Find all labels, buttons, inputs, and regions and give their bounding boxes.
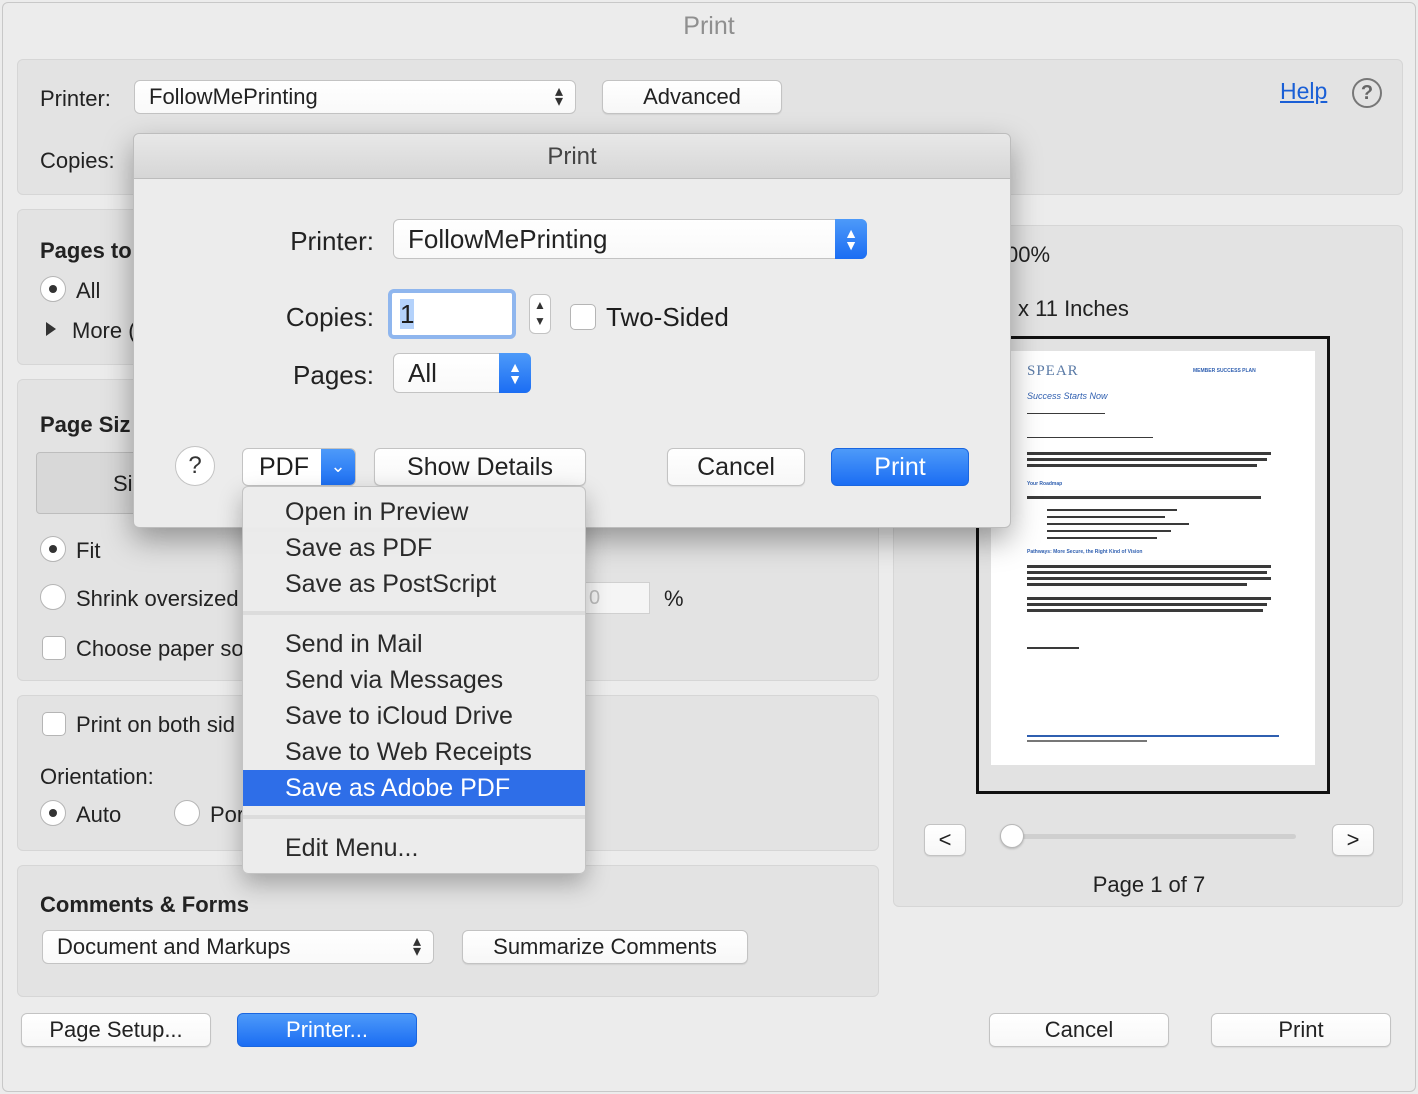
fit-label: Fit: [76, 538, 101, 563]
printer-select[interactable]: FollowMePrinting ▴ ▾: [134, 80, 576, 114]
page-counter: Page 1 of 7: [1092, 872, 1206, 897]
pages-select-value: All: [408, 358, 437, 388]
preview-header-right: MEMBER SUCCESS PLAN: [1193, 368, 1256, 374]
preview-scale: 00%: [1006, 242, 1051, 267]
copies-input[interactable]: 1: [388, 289, 516, 339]
updown-chevron-icon: ▲ ▼: [835, 219, 867, 259]
chevron-down-icon: ⌄: [321, 449, 355, 485]
preview-paper-size: x 11 Inches: [1018, 296, 1129, 321]
footer-cancel-button[interactable]: Cancel: [989, 1013, 1169, 1047]
pdf-menu-button[interactable]: PDF ⌄: [242, 448, 356, 486]
menu-item-save-as-pdf[interactable]: Save as PDF: [243, 530, 585, 566]
dialog-copies-label: Copies:: [285, 302, 374, 332]
pages-to-print-heading: Pages to: [40, 238, 132, 263]
preview-heading-3: Pathways: More Secure, the Right Kind of…: [1027, 549, 1143, 555]
printer-label: Printer:: [40, 86, 111, 111]
menu-item-save-to-web-receipts[interactable]: Save to Web Receipts: [243, 734, 585, 770]
menu-item-save-to-icloud-drive[interactable]: Save to iCloud Drive: [243, 698, 585, 734]
choose-paper-checkbox[interactable]: [42, 636, 66, 660]
footer-print-button[interactable]: Print: [1211, 1013, 1391, 1047]
two-sided-label: Two-Sided: [606, 302, 729, 332]
both-sides-checkbox[interactable]: [42, 712, 66, 736]
dialog-help-button[interactable]: ?: [175, 446, 215, 486]
all-pages-label: All: [76, 278, 101, 303]
dialog-pages-label: Pages:: [293, 360, 374, 390]
advanced-button[interactable]: Advanced: [602, 80, 782, 114]
updown-chevron-icon: ▲ ▼: [499, 353, 531, 393]
preview-page: SPEAR MEMBER SUCCESS PLAN Success Starts…: [991, 351, 1315, 765]
preview-heading-2: Your Roadmap: [1027, 481, 1063, 487]
page-slider-track[interactable]: [1000, 834, 1296, 839]
pages-select[interactable]: All ▲ ▼: [393, 353, 531, 393]
next-page-button[interactable]: >: [1332, 824, 1374, 856]
more-options-label[interactable]: More (: [72, 318, 136, 344]
comments-forms-panel: Comments & Forms Document and Markups ▴ ▾…: [17, 865, 879, 997]
previous-page-button[interactable]: <: [924, 824, 966, 856]
menu-separator: [243, 815, 585, 819]
menu-item-save-as-postscript[interactable]: Save as PostScript: [243, 566, 585, 602]
all-pages-radio[interactable]: [40, 276, 66, 302]
orientation-label: Orientation:: [40, 764, 154, 789]
printer-select-value: FollowMePrinting: [149, 84, 318, 109]
dialog-cancel-button[interactable]: Cancel: [667, 448, 805, 486]
dialog-title: Print: [134, 134, 1010, 179]
updown-chevron-icon: ▴ ▾: [412, 933, 422, 960]
pdf-dropdown-menu: Open in Preview Save as PDF Save as Post…: [242, 486, 586, 874]
comments-select[interactable]: Document and Markups ▴ ▾: [42, 930, 434, 964]
fit-radio[interactable]: [40, 536, 66, 562]
menu-item-save-as-adobe-pdf[interactable]: Save as Adobe PDF: [243, 770, 585, 806]
auto-orientation-label: Auto: [76, 802, 122, 827]
portrait-label: Por: [210, 802, 245, 827]
dialog-printer-select[interactable]: FollowMePrinting ▲ ▼: [393, 219, 867, 259]
preview-tagline: Success Starts Now: [1027, 391, 1108, 401]
choose-paper-label: Choose paper so: [76, 636, 244, 661]
shrink-oversized-radio[interactable]: [40, 584, 66, 610]
menu-item-open-in-preview[interactable]: Open in Preview: [243, 494, 585, 530]
menu-item-send-in-mail[interactable]: Send in Mail: [243, 626, 585, 662]
show-details-button[interactable]: Show Details: [374, 448, 586, 486]
auto-orientation-radio[interactable]: [40, 800, 66, 826]
comments-forms-heading: Comments & Forms: [40, 892, 250, 917]
question-circle-icon[interactable]: ?: [1352, 78, 1382, 108]
updown-chevron-icon: ▴ ▾: [554, 83, 564, 110]
percent-sign: %: [664, 586, 684, 611]
dialog-printer-label: Printer:: [290, 226, 374, 256]
menu-separator: [243, 611, 585, 615]
menu-item-send-via-messages[interactable]: Send via Messages: [243, 662, 585, 698]
printer-button[interactable]: Printer...: [237, 1013, 417, 1047]
preview-logo: SPEAR: [1027, 363, 1079, 379]
custom-scale-input[interactable]: 0: [584, 582, 650, 614]
page-setup-button[interactable]: Page Setup...: [21, 1013, 211, 1047]
comments-select-value: Document and Markups: [57, 934, 291, 959]
pdf-button-label: PDF: [259, 453, 309, 481]
dialog-print-button[interactable]: Print: [831, 448, 969, 486]
summarize-comments-button[interactable]: Summarize Comments: [462, 930, 748, 964]
disclosure-triangle-icon[interactable]: [46, 322, 56, 336]
preview-footer-rule: [1027, 735, 1279, 737]
dialog-printer-value: FollowMePrinting: [408, 224, 608, 254]
size-tab-label: Si: [113, 471, 133, 496]
dialog-help-glyph: ?: [188, 452, 202, 479]
portrait-radio[interactable]: [174, 800, 200, 826]
copies-value: 1: [400, 299, 415, 329]
shrink-oversized-label: Shrink oversized: [76, 586, 239, 611]
page-slider-thumb[interactable]: [1000, 824, 1024, 848]
copies-label: Copies:: [40, 148, 115, 173]
preview-page-frame: SPEAR MEMBER SUCCESS PLAN Success Starts…: [976, 336, 1330, 794]
copies-stepper[interactable]: ▲ ▼: [529, 294, 551, 334]
window-title: Print: [683, 12, 735, 40]
both-sides-label: Print on both sid: [76, 712, 235, 737]
two-sided-checkbox[interactable]: [570, 304, 596, 330]
system-print-dialog: Print Printer: FollowMePrinting ▲ ▼ Copie…: [133, 133, 1011, 528]
menu-item-edit-menu[interactable]: Edit Menu...: [243, 830, 585, 866]
custom-scale-value: 0: [589, 587, 601, 609]
help-link[interactable]: Help: [1280, 78, 1327, 105]
page-sizing-heading: Page Siz: [40, 412, 131, 437]
